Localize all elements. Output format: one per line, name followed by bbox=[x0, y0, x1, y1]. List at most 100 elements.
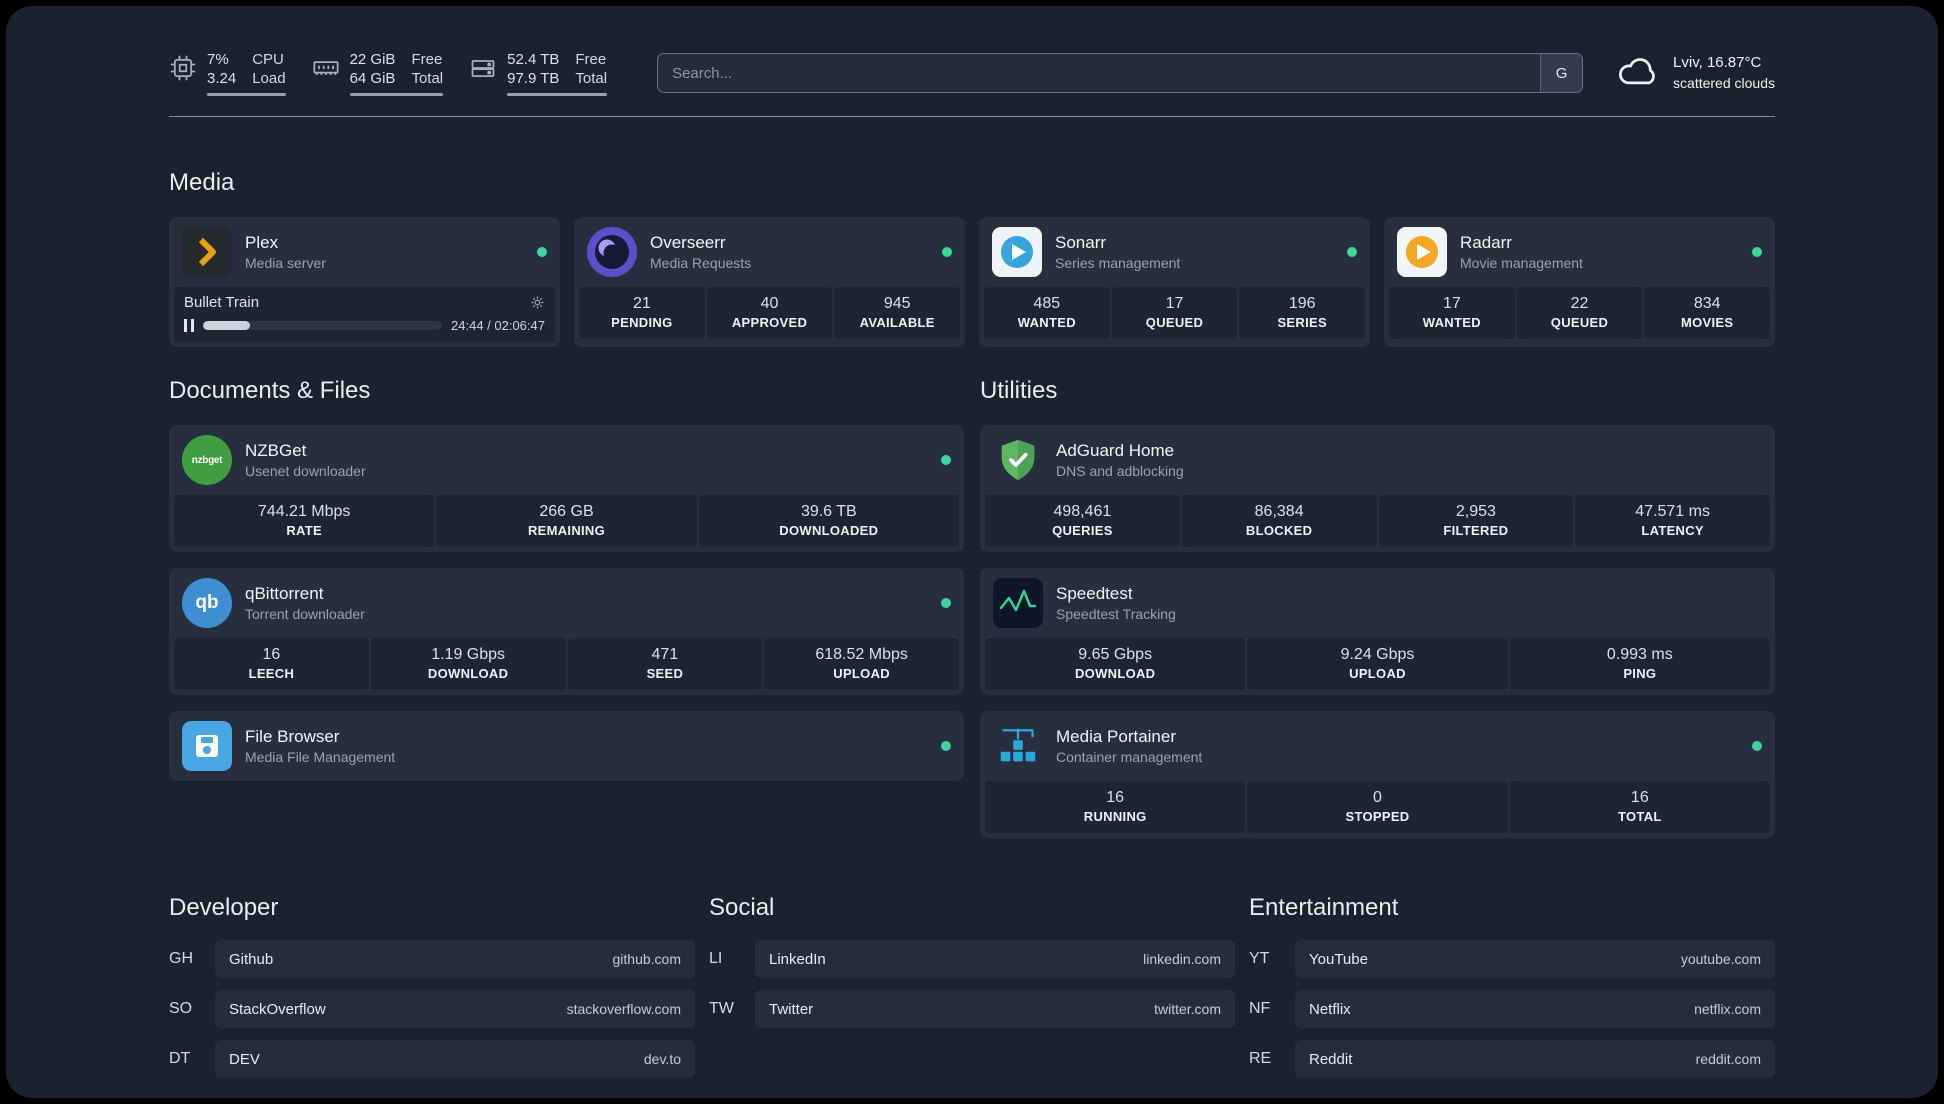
adguard-stats: 498,461 QUERIES 86,384 BLOCKED 2,953 FIL… bbox=[985, 495, 1770, 547]
service-card-qbittorrent[interactable]: qb qBittorrent Torrent downloader 16 LEE… bbox=[169, 568, 964, 695]
status-dot bbox=[1752, 247, 1762, 257]
pause-icon[interactable] bbox=[184, 319, 194, 332]
sonarr-header: Sonarr Series management bbox=[979, 217, 1370, 287]
service-desc: Usenet downloader bbox=[245, 463, 366, 479]
stat-label: UPLOAD bbox=[1349, 666, 1406, 681]
speedtest-header: Speedtest Speedtest Tracking bbox=[980, 568, 1775, 638]
stat-rate: 744.21 Mbps RATE bbox=[174, 495, 435, 547]
stat-label: DOWNLOAD bbox=[427, 666, 509, 681]
bookmark-reddit[interactable]: RE Reddit reddit.com bbox=[1249, 1040, 1775, 1078]
status-dot bbox=[537, 247, 547, 257]
service-desc: Media server bbox=[245, 255, 326, 271]
playback-progress-bar[interactable] bbox=[203, 321, 443, 330]
service-desc: Series management bbox=[1055, 255, 1181, 271]
stat-value: 196 bbox=[1288, 295, 1316, 312]
section-media: Media Plex Media server Bullet Train 24:… bbox=[169, 169, 1775, 347]
service-card-nzbget[interactable]: nzbget NZBGet Usenet downloader 744.21 M… bbox=[169, 425, 964, 552]
service-desc: Container management bbox=[1056, 749, 1203, 765]
bookmark-dev[interactable]: DT DEV dev.to bbox=[169, 1040, 695, 1078]
service-desc: Speedtest Tracking bbox=[1056, 606, 1176, 622]
status-dot bbox=[942, 247, 952, 257]
stat-remaining: 266 GB REMAINING bbox=[436, 495, 697, 547]
bookmark-abbr: DT bbox=[169, 1050, 191, 1067]
qbittorrent-icon: qb bbox=[182, 578, 232, 628]
memory-widget: 22 GiB 64 GiB Free Total bbox=[312, 50, 444, 96]
service-card-filebrowser[interactable]: File Browser Media File Management bbox=[169, 711, 964, 781]
stat-label: BLOCKED bbox=[1245, 523, 1313, 538]
weather-condition: scattered clouds bbox=[1673, 75, 1775, 91]
stat-label: QUEUED bbox=[1145, 315, 1204, 330]
service-name: Speedtest bbox=[1056, 584, 1133, 603]
bookmark-youtube[interactable]: YT YouTube youtube.com bbox=[1249, 940, 1775, 978]
speedtest-stats: 9.65 Gbps DOWNLOAD 9.24 Gbps UPLOAD 0.99… bbox=[985, 638, 1770, 690]
section-title-utilities: Utilities bbox=[980, 377, 1058, 404]
stat-label: RATE bbox=[286, 523, 322, 538]
bookmark-abbr: SO bbox=[169, 1000, 193, 1017]
service-desc: DNS and adblocking bbox=[1056, 463, 1184, 479]
stat-value: 0.993 ms bbox=[1606, 646, 1673, 663]
search-input[interactable] bbox=[658, 54, 1541, 92]
disk-icon bbox=[469, 54, 497, 82]
service-card-overseerr[interactable]: Overseerr Media Requests 21 PENDING 40 A… bbox=[574, 217, 965, 347]
service-card-radarr[interactable]: Radarr Movie management 17 WANTED 22 QUE… bbox=[1384, 217, 1775, 347]
search-provider-button[interactable]: G bbox=[1540, 54, 1583, 92]
radarr-stats: 17 WANTED 22 QUEUED 834 MOVIES bbox=[1389, 287, 1771, 339]
bookmark-stackoverflow[interactable]: SO StackOverflow stackoverflow.com bbox=[169, 990, 695, 1028]
weather-location: Lviv, 16.87°C bbox=[1673, 54, 1762, 71]
stat-running: 16 RUNNING bbox=[985, 781, 1246, 833]
cpu-label: CPU bbox=[252, 51, 284, 68]
stat-total: 16 TOTAL bbox=[1509, 781, 1770, 833]
overseerr-header: Overseerr Media Requests bbox=[574, 217, 965, 287]
entertainment-bookmarks: YT YouTube youtube.com NF Netflix netfli… bbox=[1249, 940, 1775, 1078]
service-card-speedtest[interactable]: Speedtest Speedtest Tracking 9.65 Gbps D… bbox=[980, 568, 1775, 695]
service-name: Overseerr bbox=[650, 233, 726, 252]
section-utilities: Utilities AdGuard Home DNS and adblockin… bbox=[980, 377, 1775, 838]
gear-icon[interactable] bbox=[530, 295, 545, 310]
bookmark-netflix[interactable]: NF Netflix netflix.com bbox=[1249, 990, 1775, 1028]
section-title-entertainment: Entertainment bbox=[1249, 894, 1399, 921]
status-dot bbox=[941, 741, 951, 751]
cpu-values: 7% 3.24 CPU Load bbox=[207, 50, 286, 96]
plex-now-playing: Bullet Train 24:44 / 02:06:47 bbox=[174, 287, 555, 342]
service-card-portainer[interactable]: Media Portainer Container management 16 … bbox=[980, 711, 1775, 838]
service-name: Plex bbox=[245, 233, 279, 252]
bookmark-name: YouTube bbox=[1309, 950, 1368, 968]
stat-label: FILTERED bbox=[1443, 523, 1509, 538]
stat-value: 485 bbox=[1033, 295, 1061, 312]
bookmark-twitter[interactable]: TW Twitter twitter.com bbox=[709, 990, 1235, 1028]
service-card-sonarr[interactable]: Sonarr Series management 485 WANTED 17 Q… bbox=[979, 217, 1370, 347]
stat-value: 0 bbox=[1373, 789, 1382, 806]
stat-label: REMAINING bbox=[527, 523, 606, 538]
adguard-shield-icon bbox=[993, 435, 1043, 485]
qbittorrent-icon-text: qb bbox=[195, 592, 219, 613]
bookmark-abbr: TW bbox=[709, 1000, 734, 1017]
bookmark-github[interactable]: GH Github github.com bbox=[169, 940, 695, 978]
stat-value: 471 bbox=[651, 646, 679, 663]
topbar-divider bbox=[169, 116, 1775, 117]
stat-label: DOWNLOAD bbox=[1074, 666, 1156, 681]
stat-series: 196 SERIES bbox=[1239, 287, 1366, 339]
bookmark-name: LinkedIn bbox=[769, 950, 826, 968]
stat-label: QUEUED bbox=[1550, 315, 1609, 330]
service-card-plex[interactable]: Plex Media server Bullet Train 24:44 / 0… bbox=[169, 217, 560, 347]
stat-label: UPLOAD bbox=[833, 666, 890, 681]
status-dot bbox=[941, 455, 951, 465]
service-card-adguard[interactable]: AdGuard Home DNS and adblocking 498,461 … bbox=[980, 425, 1775, 552]
portainer-stats: 16 RUNNING 0 STOPPED 16 TOTAL bbox=[985, 781, 1770, 833]
bookmark-url: stackoverflow.com bbox=[566, 1001, 681, 1017]
stat-value: 618.52 Mbps bbox=[815, 646, 908, 663]
cpu-load-label: Load bbox=[252, 70, 286, 87]
disk-values: 52.4 TB 97.9 TB Free Total bbox=[507, 50, 608, 96]
bookmark-name: DEV bbox=[229, 1050, 260, 1068]
memory-values: 22 GiB 64 GiB Free Total bbox=[349, 50, 444, 96]
bookmark-name: Github bbox=[229, 950, 274, 968]
cloud-icon bbox=[1617, 53, 1661, 94]
service-name: Media Portainer bbox=[1056, 727, 1177, 746]
disk-usage-bar bbox=[507, 93, 608, 96]
plex-header: Plex Media server bbox=[169, 217, 560, 287]
service-name: Radarr bbox=[1460, 233, 1512, 252]
stat-label: QUERIES bbox=[1052, 523, 1113, 538]
service-name: File Browser bbox=[245, 727, 340, 746]
bookmark-linkedin[interactable]: LI LinkedIn linkedin.com bbox=[709, 940, 1235, 978]
service-name: Sonarr bbox=[1055, 233, 1107, 252]
